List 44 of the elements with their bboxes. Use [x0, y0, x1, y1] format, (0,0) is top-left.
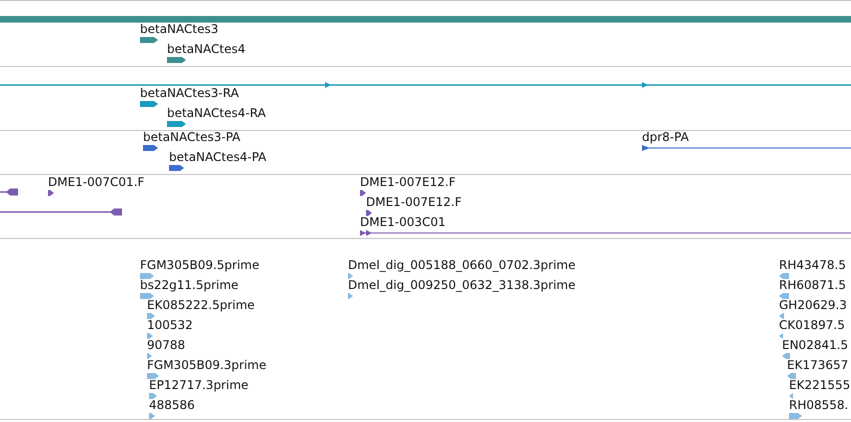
feature-glyph[interactable]	[167, 57, 186, 63]
feature-line[interactable]	[0, 81, 851, 89]
feature-glyph[interactable]	[366, 210, 372, 216]
feature-label[interactable]: EP12717.3prime	[149, 379, 248, 392]
feature-label[interactable]: 90788	[147, 339, 186, 352]
feature-label[interactable]: betaNACtes3-RA	[140, 87, 239, 100]
feature-glyph[interactable]	[143, 145, 158, 151]
feature-glyph[interactable]	[167, 121, 186, 127]
feature-label[interactable]: EK221555	[789, 379, 850, 392]
feature-label[interactable]: DME1-007C01.F	[48, 176, 144, 189]
feature-label[interactable]: FGM305B09.5prime	[140, 259, 260, 272]
feature-label[interactable]: RH60871.5	[779, 279, 846, 292]
feature-label[interactable]: EK085222.5prime	[147, 299, 255, 312]
feature-label[interactable]: EK173657	[787, 359, 848, 372]
feature-label[interactable]: Dmel_dig_009250_0632_3138.3prime	[348, 279, 576, 292]
feature-glyph[interactable]	[140, 37, 158, 43]
feature-glyph[interactable]	[48, 190, 54, 196]
feature-label[interactable]: RH43478.5	[779, 259, 846, 272]
feature-label[interactable]: betaNACtes3-PA	[143, 131, 240, 144]
feature-label[interactable]: 100532	[147, 319, 193, 332]
feature-label[interactable]: GH20629.3	[779, 299, 847, 312]
feature-line[interactable]	[0, 188, 18, 196]
feature-label[interactable]: CK01897.5	[779, 319, 845, 332]
feature-label[interactable]: EN02841.5	[782, 339, 848, 352]
feature-label[interactable]: FGM305B09.3prime	[147, 359, 266, 372]
feature-label[interactable]: Dmel_dig_005188_0660_0702.3prime	[348, 259, 576, 272]
feature-label[interactable]: betaNACtes4-PA	[169, 151, 266, 164]
feature-label[interactable]: DME1-003C01	[360, 216, 446, 229]
feature-label[interactable]: DME1-007E12.F	[366, 196, 462, 209]
feature-label[interactable]: DME1-007E12.F	[360, 176, 456, 189]
feature-glyph[interactable]	[642, 145, 851, 152]
feature-glyph[interactable]	[360, 190, 366, 196]
feature-label[interactable]: betaNACtes4-RA	[167, 107, 266, 120]
feature-label[interactable]: 488586	[149, 399, 195, 412]
feature-glyph[interactable]	[140, 101, 158, 107]
feature-label[interactable]: RH08558.	[789, 399, 848, 412]
feature-glyph[interactable]	[169, 165, 184, 171]
feature-glyph[interactable]	[360, 230, 851, 237]
feature-bar[interactable]	[0, 16, 851, 23]
feature-line[interactable]	[0, 208, 122, 216]
feature-label[interactable]: betaNACtes3	[140, 23, 218, 36]
feature-label[interactable]: dpr8-PA	[642, 131, 689, 144]
feature-label[interactable]: betaNACtes4	[167, 43, 246, 56]
feature-label[interactable]: bs22g11.5prime	[140, 279, 238, 292]
